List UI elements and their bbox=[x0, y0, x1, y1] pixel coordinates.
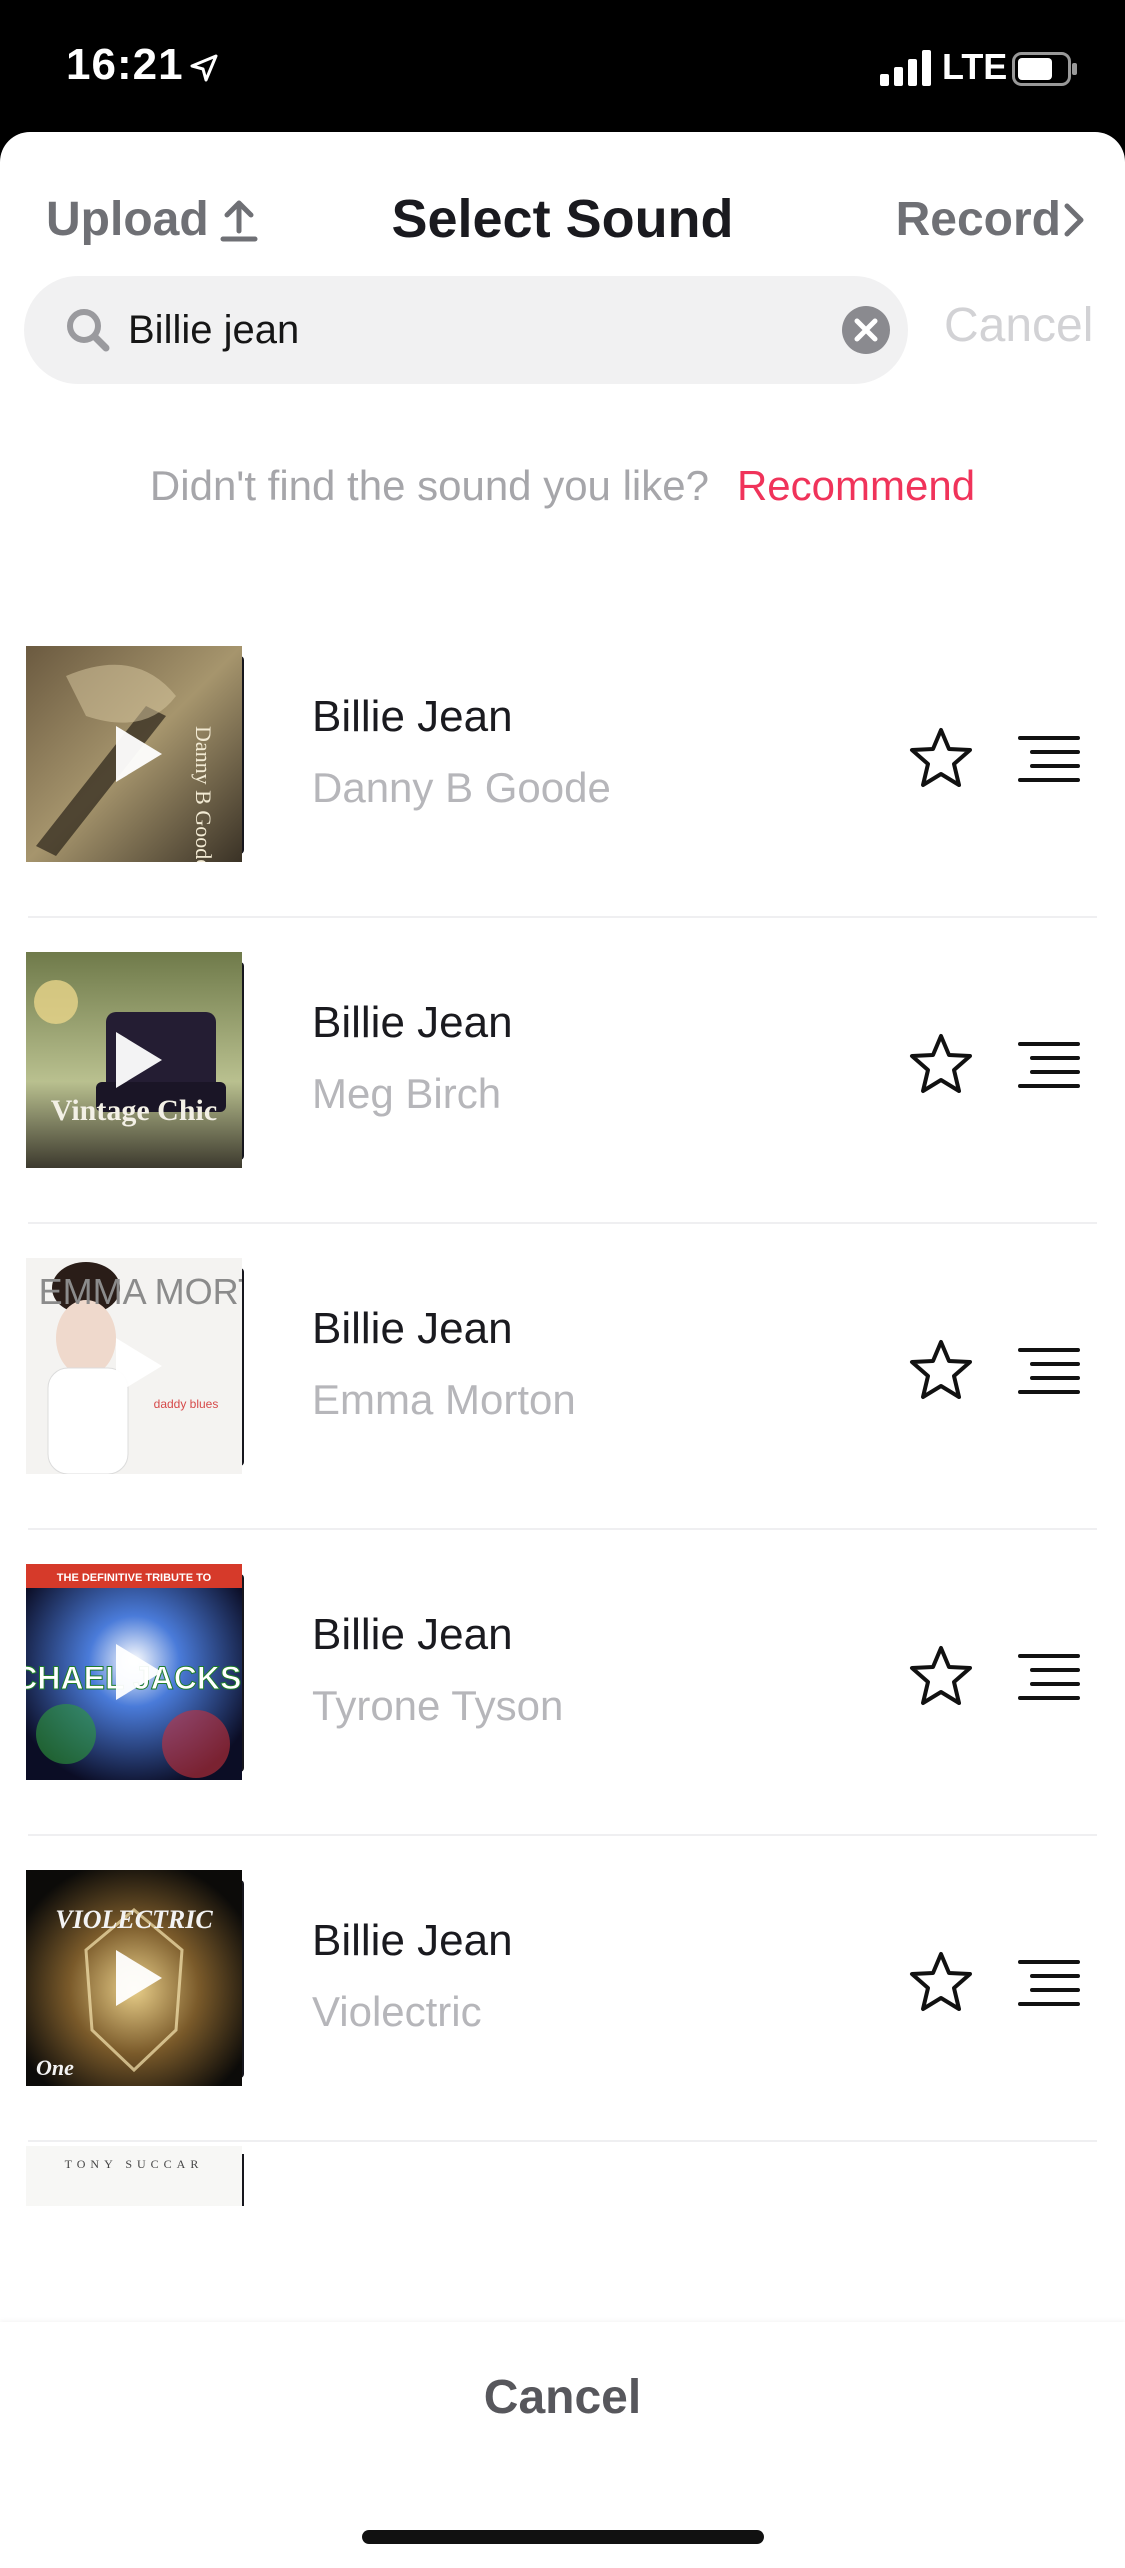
sound-title: Billie Jean bbox=[312, 692, 513, 741]
cover-art[interactable]: Danny B Goode bbox=[26, 646, 256, 864]
search-cancel-button[interactable]: Cancel bbox=[944, 298, 1093, 353]
search-input[interactable] bbox=[128, 296, 828, 364]
search-bar bbox=[24, 276, 908, 384]
status-bar: 16:21 LTE bbox=[0, 0, 1125, 132]
sound-title: Billie Jean bbox=[312, 1610, 513, 1659]
cover-text: TONY SUCCAR bbox=[65, 2157, 204, 2171]
more-options-icon[interactable] bbox=[1018, 1040, 1080, 1090]
sound-title: Billie Jean bbox=[312, 1304, 513, 1353]
more-options-icon[interactable] bbox=[1018, 1958, 1080, 2008]
sound-artist: Tyrone Tyson bbox=[312, 1682, 564, 1729]
cover-art[interactable]: THE DEFINITIVE TRIBUTE TO MICHAEL JACKSO… bbox=[26, 1564, 256, 1782]
more-options-icon[interactable] bbox=[1018, 1346, 1080, 1396]
sound-list-item[interactable]: THE DEFINITIVE TRIBUTE TO MICHAEL JACKSO… bbox=[0, 1530, 1125, 1836]
favorite-star-icon[interactable] bbox=[908, 1950, 974, 2014]
cover-text: Vintage Chic bbox=[51, 1094, 217, 1127]
cover-text: VIOLECTRIC bbox=[55, 1905, 213, 1934]
sound-artist: Meg Birch bbox=[312, 1070, 502, 1117]
cover-subtext: daddy blues bbox=[154, 1397, 219, 1411]
favorite-star-icon[interactable] bbox=[908, 1644, 974, 1708]
partial-list-item[interactable]: TONY SUCCAR bbox=[26, 2146, 256, 2206]
bottom-action-bar: Cancel bbox=[0, 2322, 1125, 2568]
play-icon[interactable] bbox=[110, 1640, 166, 1704]
sound-list-item[interactable]: EMMA MORTON daddy blues Billie Jean Emma… bbox=[0, 1224, 1125, 1530]
signal-bars-icon bbox=[880, 50, 931, 86]
sound-list-item[interactable]: VIOLECTRIC One Billie Jean Violectric bbox=[0, 1836, 1125, 2142]
cover-art[interactable]: Vintage Chic bbox=[26, 952, 256, 1170]
location-arrow-icon bbox=[190, 54, 218, 82]
sound-artist: Violectric bbox=[312, 1988, 482, 2035]
more-options-icon[interactable] bbox=[1018, 734, 1080, 784]
sound-results-list: Danny B Goode Billie Jean Danny B Goode bbox=[0, 612, 1125, 2142]
select-sound-sheet: Upload Select Sound Record Cancel Didn't… bbox=[0, 132, 1125, 2568]
sound-title: Billie Jean bbox=[312, 1916, 513, 1965]
clear-search-icon[interactable] bbox=[840, 304, 892, 356]
sound-artist: Emma Morton bbox=[312, 1376, 576, 1423]
network-type: LTE bbox=[942, 46, 1008, 87]
sound-artist: Danny B Goode bbox=[312, 764, 611, 811]
cover-text: EMMA MORTON bbox=[39, 1271, 242, 1312]
favorite-star-icon[interactable] bbox=[908, 726, 974, 790]
recommend-prompt: Didn't find the sound you like? Recommend bbox=[0, 462, 1125, 510]
cancel-button[interactable]: Cancel bbox=[0, 2370, 1125, 2425]
recommend-question: Didn't find the sound you like? bbox=[149, 462, 709, 509]
record-label: Record bbox=[895, 193, 1061, 246]
play-icon[interactable] bbox=[110, 1946, 166, 2010]
favorite-star-icon[interactable] bbox=[908, 1338, 974, 1402]
more-options-icon[interactable] bbox=[1018, 1652, 1080, 1702]
sound-title: Billie Jean bbox=[312, 998, 513, 1047]
cover-text: Danny B Goode bbox=[191, 726, 216, 862]
cover-art[interactable]: VIOLECTRIC One bbox=[26, 1870, 256, 2088]
status-time: 16:21 bbox=[66, 40, 184, 89]
play-icon[interactable] bbox=[110, 1334, 166, 1398]
search-icon bbox=[67, 309, 110, 352]
sound-list-item[interactable]: Danny B Goode Billie Jean Danny B Goode bbox=[0, 612, 1125, 918]
cover-art[interactable]: EMMA MORTON daddy blues bbox=[26, 1258, 256, 1476]
sound-list-item[interactable]: Vintage Chic Billie Jean Meg Birch bbox=[0, 918, 1125, 1224]
chevron-right-icon bbox=[1064, 203, 1084, 236]
cover-subtext: One bbox=[36, 2055, 74, 2080]
cover-subtext: THE DEFINITIVE TRIBUTE TO bbox=[57, 1572, 212, 1584]
album-cover-image: TONY SUCCAR bbox=[26, 2146, 242, 2206]
battery-icon bbox=[1012, 52, 1077, 86]
record-button[interactable]: Record bbox=[896, 192, 1087, 247]
row-divider bbox=[28, 2140, 1097, 2142]
home-indicator[interactable] bbox=[362, 2530, 764, 2544]
play-icon[interactable] bbox=[110, 722, 166, 786]
favorite-star-icon[interactable] bbox=[908, 1032, 974, 1096]
play-icon[interactable] bbox=[110, 1028, 166, 1092]
recommend-link[interactable]: Recommend bbox=[737, 462, 975, 509]
